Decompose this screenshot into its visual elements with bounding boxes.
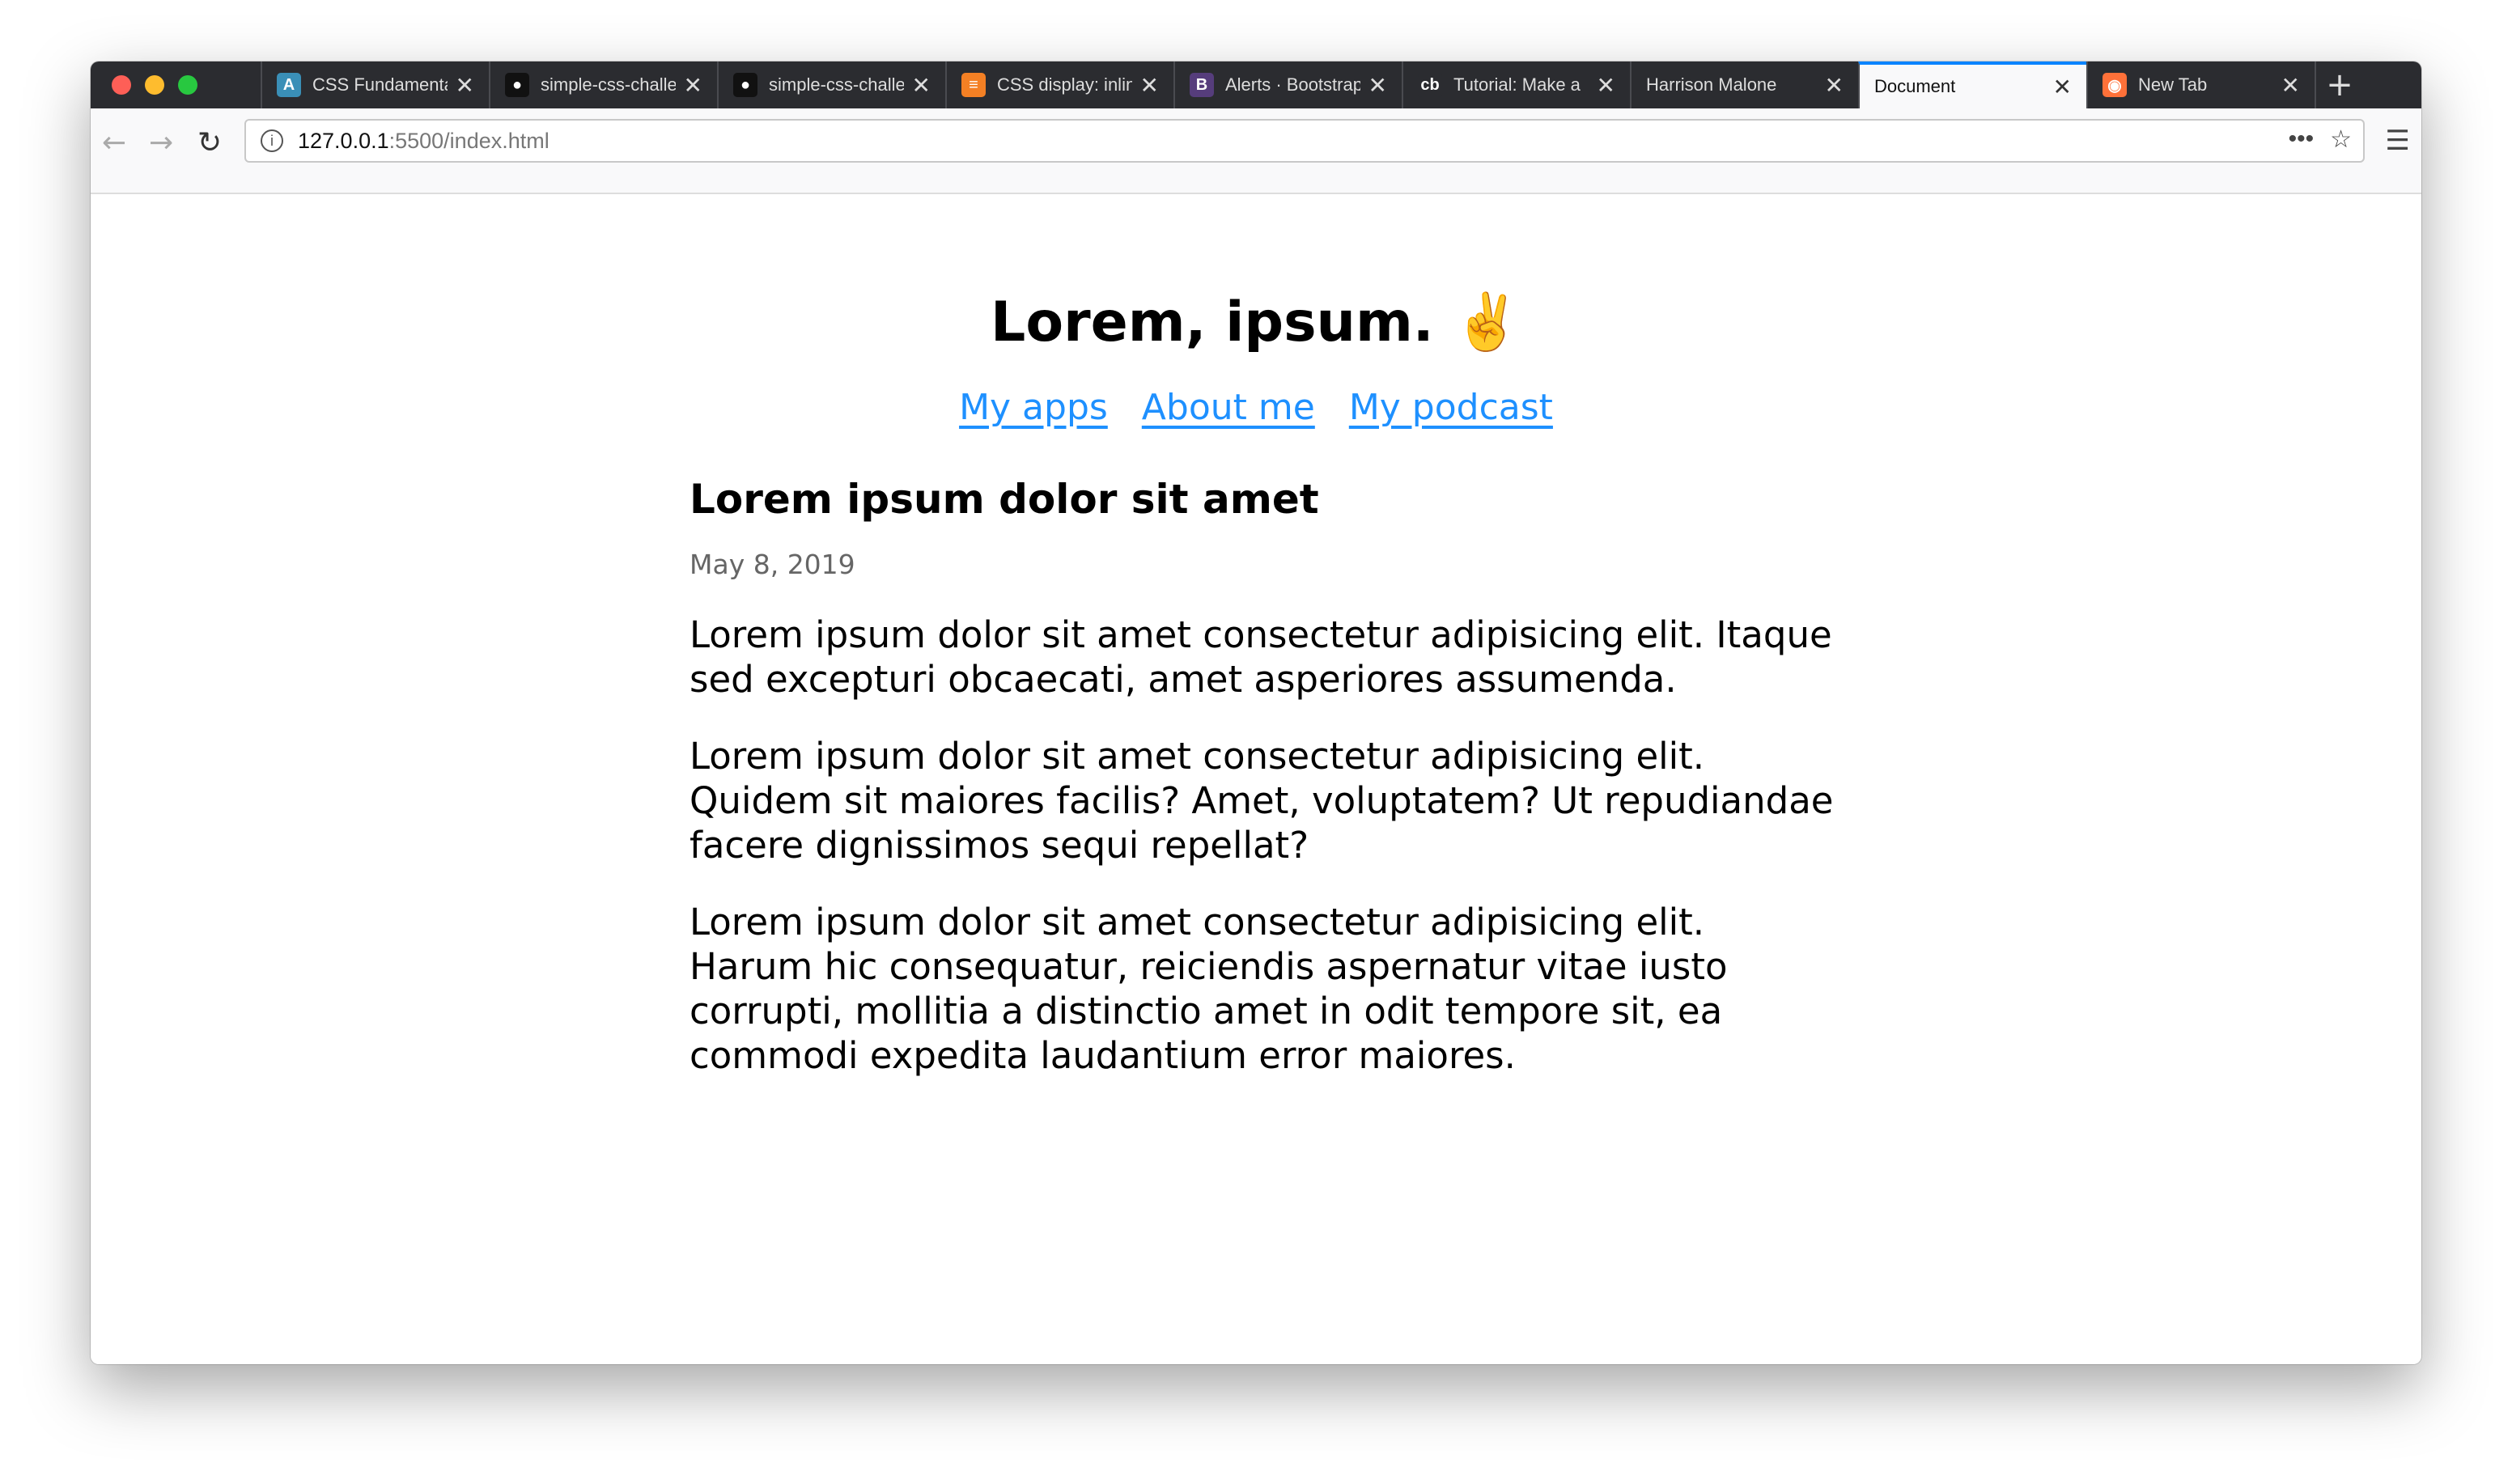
close-tab-icon[interactable]: ✕ bbox=[684, 72, 702, 99]
new-tab-button[interactable]: + bbox=[2315, 61, 2363, 108]
close-tab-icon[interactable]: ✕ bbox=[456, 72, 474, 99]
browser-tab[interactable]: cb Tutorial: Make a ✕ bbox=[1402, 61, 1630, 108]
tab-title: CSS Fundamentals bbox=[312, 74, 448, 95]
bookmark-star-icon[interactable]: ☆ bbox=[2330, 125, 2352, 154]
close-window-button[interactable] bbox=[112, 75, 131, 95]
codecademy-icon: A bbox=[277, 73, 301, 97]
article-date: May 8, 2019 bbox=[690, 549, 855, 580]
reload-button[interactable]: ↻ bbox=[197, 126, 222, 159]
close-tab-icon[interactable]: ✕ bbox=[2281, 72, 2300, 99]
page-actions-icon[interactable]: ••• bbox=[2289, 125, 2315, 154]
article-paragraph: Lorem ipsum dolor sit amet consectetur a… bbox=[690, 613, 1832, 701]
site-nav: My apps About me My podcast bbox=[91, 387, 2421, 428]
hamburger-menu-icon[interactable]: ☰ bbox=[2386, 125, 2410, 157]
close-tab-icon[interactable]: ✕ bbox=[1825, 72, 1844, 99]
maximize-window-button[interactable] bbox=[178, 75, 197, 95]
tab-title: CSS display: inline bbox=[997, 74, 1132, 95]
browser-tab[interactable]: ≡ CSS display: inline ✕ bbox=[945, 61, 1173, 108]
minimize-window-button[interactable] bbox=[145, 75, 164, 95]
nav-link-my-podcast[interactable]: My podcast bbox=[1349, 387, 1553, 428]
url-host: 127.0.0.1 bbox=[298, 128, 389, 153]
article: Lorem ipsum dolor sit amet May 8, 2019 L… bbox=[690, 471, 1839, 1078]
article-heading: Lorem ipsum dolor sit amet bbox=[690, 476, 1319, 523]
nav-link-my-apps[interactable]: My apps bbox=[959, 387, 1108, 428]
address-bar[interactable]: i 127.0.0.1:5500/index.html ••• ☆ bbox=[244, 119, 2365, 163]
browser-tab[interactable]: ● simple-css-challenge ✕ bbox=[717, 61, 945, 108]
codebar-icon: cb bbox=[1418, 73, 1442, 97]
browser-tab[interactable]: ◉ New Tab ✕ bbox=[2086, 61, 2315, 108]
close-tab-icon[interactable]: ✕ bbox=[1140, 72, 1159, 99]
page-content: Lorem, ipsum. ✌️ My apps About me My pod… bbox=[91, 196, 2421, 1364]
tab-title: simple-css-challenge bbox=[541, 74, 676, 95]
info-icon[interactable]: i bbox=[261, 129, 283, 152]
nav-link-about-me[interactable]: About me bbox=[1142, 387, 1315, 428]
browser-tab[interactable]: A CSS Fundamentals ✕ bbox=[261, 61, 489, 108]
browser-tab[interactable]: Document ✕ bbox=[1858, 61, 2086, 108]
browser-tab[interactable]: Harrison Malone ✕ bbox=[1630, 61, 1858, 108]
tab-title: Alerts · Bootstrap bbox=[1225, 74, 1360, 95]
browser-tab[interactable]: ● simple-css-challenge ✕ bbox=[489, 61, 717, 108]
tab-title: simple-css-challenge bbox=[769, 74, 904, 95]
back-button[interactable]: ← bbox=[102, 126, 126, 159]
browser-window: A CSS Fundamentals ✕ ● simple-css-challenge ✕… bbox=[91, 61, 2421, 1364]
window-controls bbox=[91, 61, 261, 108]
nav-toolbar: ← → ↻ i 127.0.0.1:5500/index.html ••• ☆ … bbox=[91, 108, 2421, 194]
bootstrap-icon: B bbox=[1190, 73, 1214, 97]
tab-title: Tutorial: Make a bbox=[1453, 74, 1581, 95]
article-paragraph: Lorem ipsum dolor sit amet consectetur a… bbox=[690, 735, 1834, 867]
close-tab-icon[interactable]: ✕ bbox=[1368, 72, 1387, 99]
article-paragraph: Lorem ipsum dolor sit amet consectetur a… bbox=[690, 901, 1728, 1077]
firefox-icon: ◉ bbox=[2103, 73, 2127, 97]
github-icon: ● bbox=[733, 73, 757, 97]
tab-title: Document bbox=[1874, 76, 1956, 96]
stackoverflow-icon: ≡ bbox=[961, 73, 986, 97]
close-tab-icon[interactable]: ✕ bbox=[912, 72, 931, 99]
github-icon: ● bbox=[505, 73, 529, 97]
forward-button[interactable]: → bbox=[149, 126, 173, 159]
tab-title: New Tab bbox=[2138, 74, 2208, 95]
close-tab-icon[interactable]: ✕ bbox=[1597, 72, 1615, 99]
tab-bar: A CSS Fundamentals ✕ ● simple-css-challenge ✕… bbox=[91, 61, 2421, 108]
tab-title: Harrison Malone bbox=[1646, 74, 1777, 95]
browser-tab[interactable]: B Alerts · Bootstrap ✕ bbox=[1173, 61, 1402, 108]
page-title: Lorem, ipsum. ✌️ bbox=[991, 290, 1521, 354]
url-path: :5500/index.html bbox=[388, 128, 550, 153]
close-tab-icon[interactable]: ✕ bbox=[2053, 74, 2072, 100]
